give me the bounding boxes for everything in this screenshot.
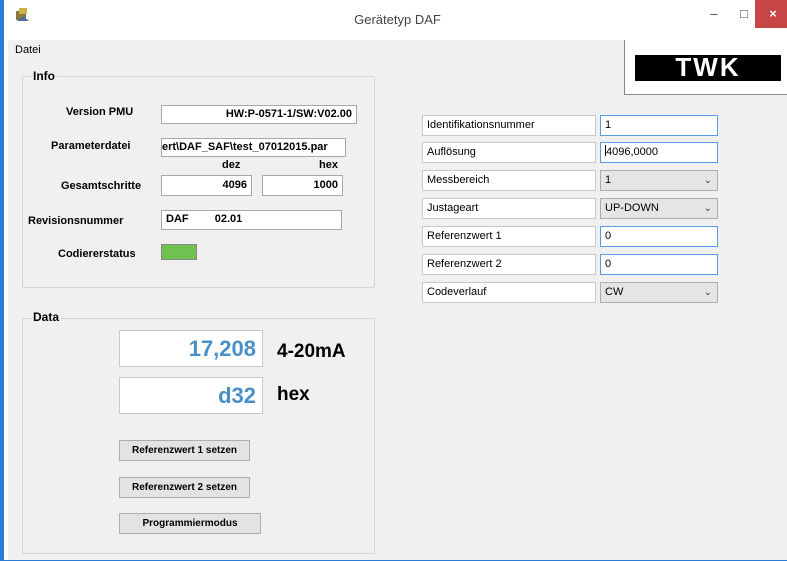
paramfile-label: Parameterdatei: [51, 140, 131, 152]
set-reference-2-button[interactable]: Referenzwert 2 setzen: [119, 477, 250, 498]
revision-label: Revisionsnummer: [28, 215, 124, 227]
current-unit-label: 4-20mA: [277, 341, 346, 362]
chevron-down-icon: ⌄: [703, 175, 712, 186]
revision-field: DAF 02.01: [161, 210, 342, 230]
menu-file[interactable]: Datei: [15, 44, 41, 56]
chevron-down-icon: ⌄: [703, 287, 712, 298]
chevron-down-icon: ⌄: [703, 203, 712, 214]
programming-mode-button[interactable]: Programmiermodus: [119, 513, 261, 534]
resolution-value: 4096,0000: [606, 146, 658, 158]
data-legend: Data: [31, 310, 62, 324]
param-label-code-direction: Codeverlauf: [422, 282, 596, 303]
version-label: Version PMU: [66, 106, 134, 118]
steps-label: Gesamtschritte: [61, 180, 142, 192]
param-label-resolution: Auflösung: [422, 142, 596, 163]
encoder-status-label: Codiererstatus: [58, 248, 136, 260]
steps-hex-field: 1000: [262, 175, 343, 196]
code-direction-value: CW: [605, 286, 624, 298]
measuring-range-value: 1: [605, 174, 612, 186]
minimize-button[interactable]: –: [699, 0, 729, 28]
hex-header: hex: [319, 159, 338, 171]
application-window: Gerätetyp DAF – □ × Datei Info Version P…: [0, 0, 787, 561]
adjust-type-select[interactable]: UP-DOWN ⌄: [600, 198, 718, 219]
client-area: Info Version PMU HW:P-0571-1/SW:V02.00 P…: [8, 62, 787, 560]
encoder-status-indicator: [161, 244, 197, 260]
code-direction-select[interactable]: CW ⌄: [600, 282, 718, 303]
param-label-measuring-range: Messbereich: [422, 170, 596, 191]
revision-type: DAF: [166, 213, 189, 225]
reference-1-input[interactable]: 0: [600, 226, 718, 247]
param-label-reference-2: Referenzwert 2: [422, 254, 596, 275]
revision-number: 02.01: [214, 213, 243, 225]
paramfile-value: ert\DAF_SAF\test_07012015.par: [162, 141, 328, 153]
title-bar: Gerätetyp DAF – □ ×: [4, 0, 787, 40]
window-title: Gerätetyp DAF: [354, 12, 441, 27]
svg-text:TWK: TWK: [675, 52, 740, 82]
steps-dez-field: 4096: [161, 175, 252, 196]
param-label-identification: Identifikationsnummer: [422, 115, 596, 136]
measuring-range-select[interactable]: 1 ⌄: [600, 170, 718, 191]
identification-input[interactable]: 1: [600, 115, 718, 136]
hex-unit-label: hex: [277, 384, 310, 405]
set-reference-1-button[interactable]: Referenzwert 1 setzen: [119, 440, 250, 461]
hex-value-display: d32: [119, 377, 263, 414]
param-label-reference-1: Referenzwert 1: [422, 226, 596, 247]
close-button[interactable]: ×: [755, 0, 787, 28]
dez-header: dez: [222, 159, 241, 171]
adjust-type-value: UP-DOWN: [605, 202, 659, 214]
resolution-input[interactable]: 4096,0000: [600, 142, 718, 163]
version-field: HW:P-0571-1/SW:V02.00: [161, 105, 357, 124]
current-value-display: 17,208: [119, 330, 263, 367]
reference-2-input[interactable]: 0: [600, 254, 718, 275]
info-legend: Info: [31, 69, 57, 83]
twk-logo-mark: TWK: [635, 52, 781, 82]
paramfile-field[interactable]: ert\DAF_SAF\test_07012015.par: [161, 138, 346, 157]
param-label-adjust-type: Justageart: [422, 198, 596, 219]
brand-logo: TWK: [624, 40, 787, 95]
